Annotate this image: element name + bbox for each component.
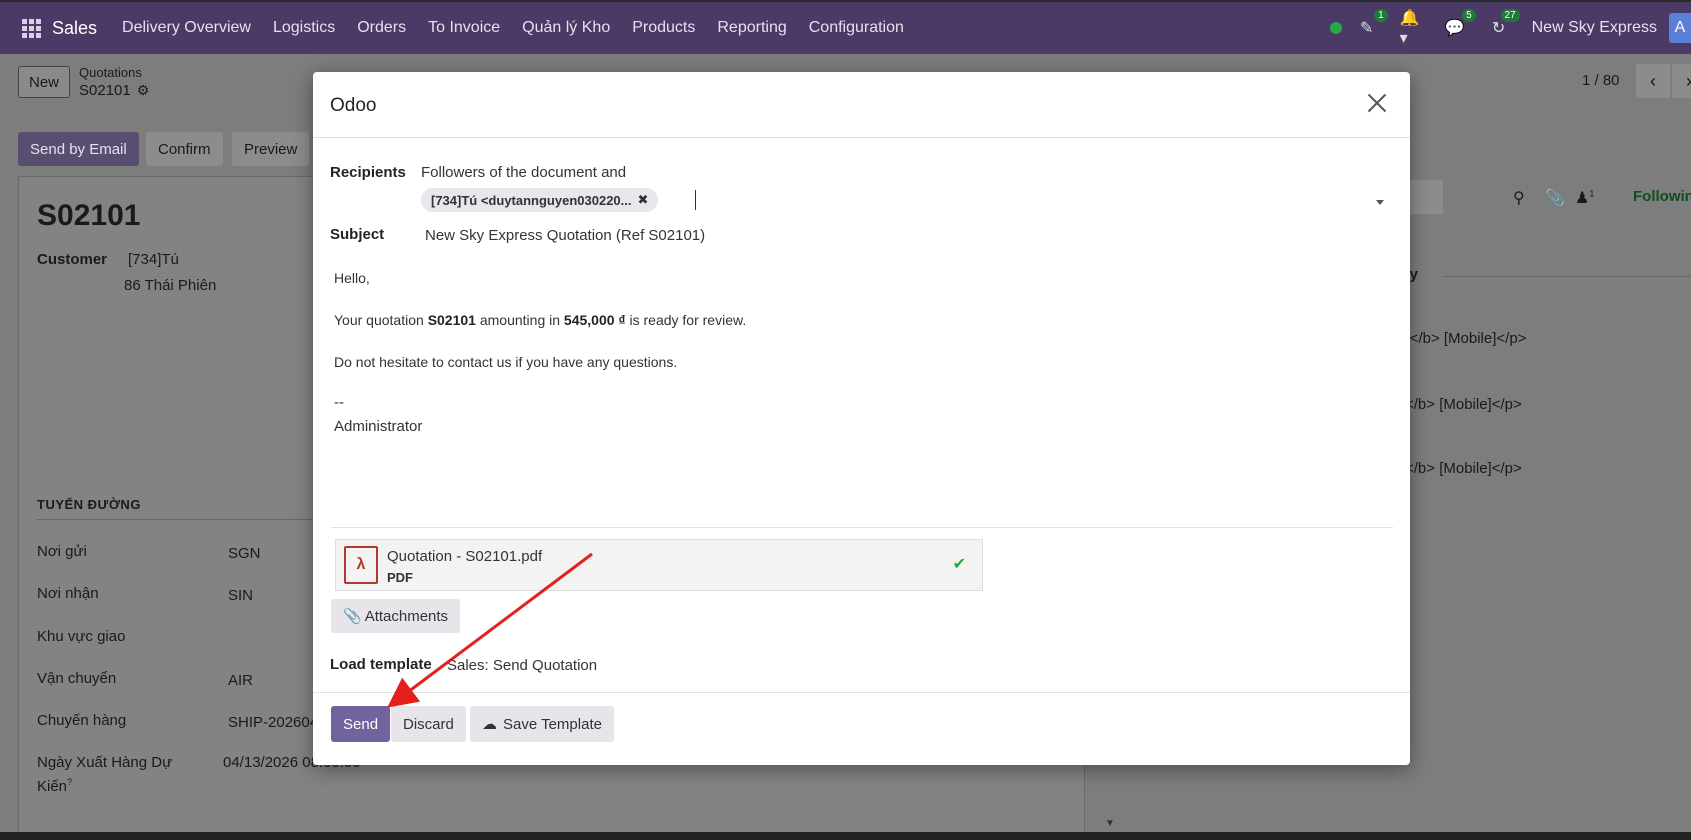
annotation-arrow — [387, 552, 593, 708]
